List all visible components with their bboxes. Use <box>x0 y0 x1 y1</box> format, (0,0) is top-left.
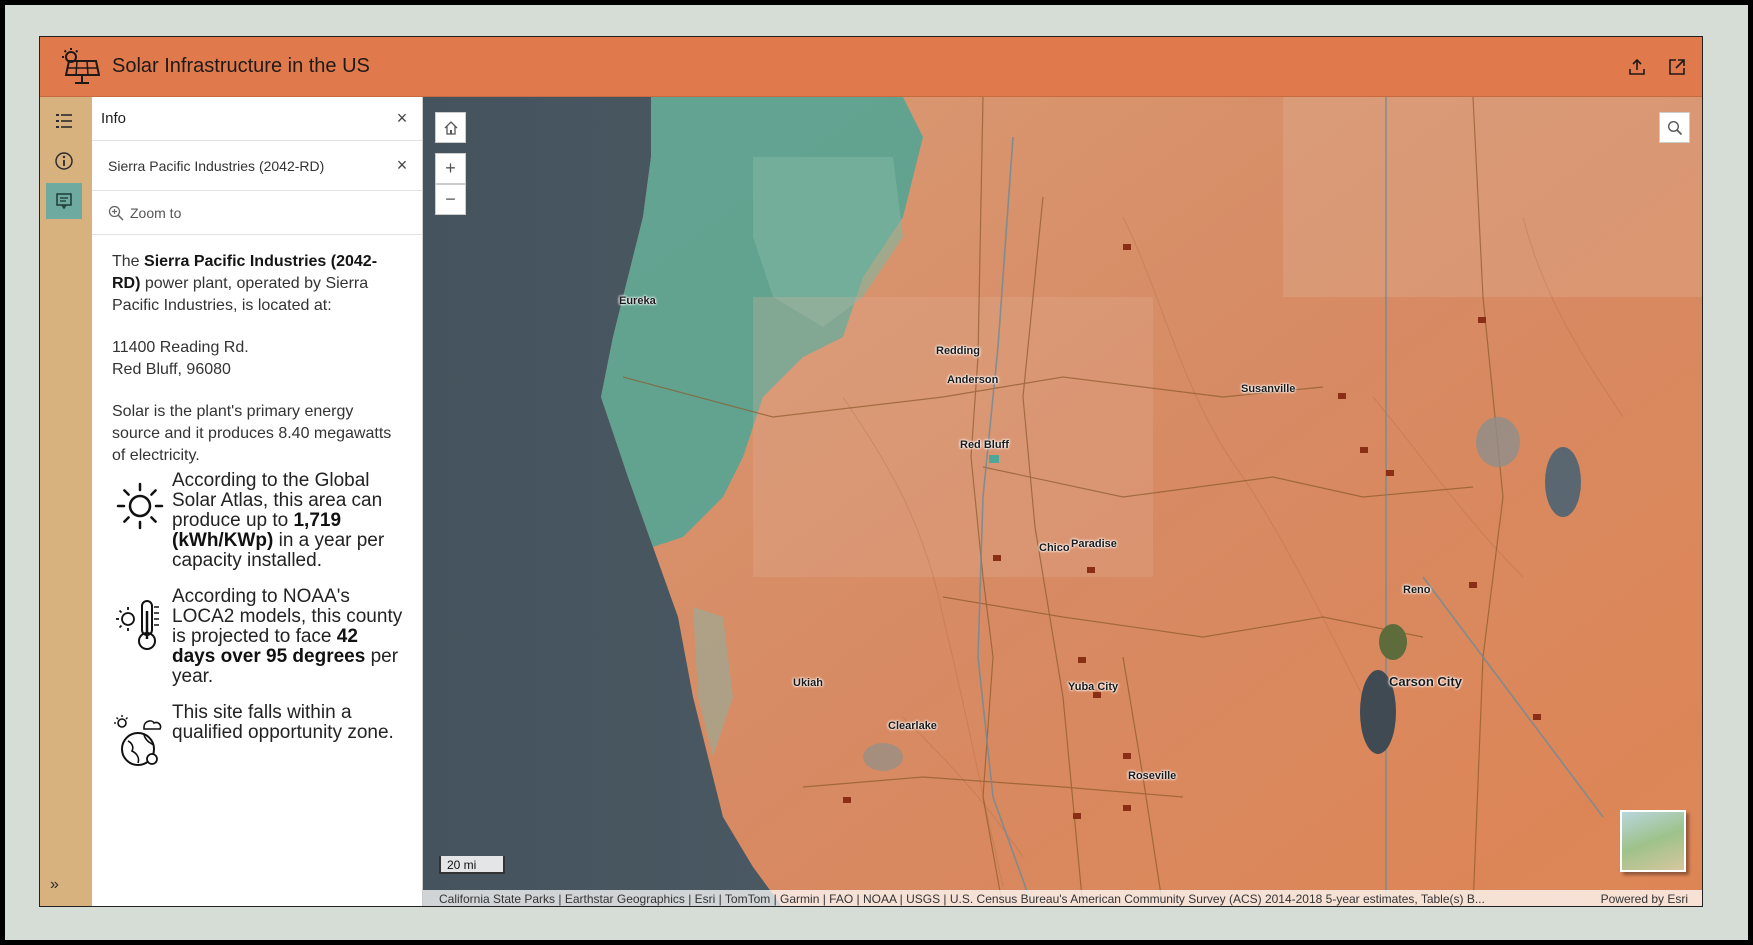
home-button[interactable] <box>435 112 466 143</box>
scale-bar: 20 mi <box>439 856 505 874</box>
search-icon <box>1667 120 1682 135</box>
zoom-in-magnifier-icon <box>108 205 124 221</box>
feature-header: Sierra Pacific Industries (2042-RD) × <box>92 141 422 191</box>
solar-prefix: According to the Global Solar Atlas, thi… <box>172 470 383 531</box>
map-attribution: California State Parks | Earthstar Geogr… <box>423 890 1702 906</box>
feature-content: The Sierra Pacific Industries (2042-RD) … <box>92 235 422 769</box>
address-line-1: 11400 Reading Rd. <box>112 339 249 356</box>
city-label: Red Bluff <box>960 439 1009 451</box>
energy-text: Solar is the plant's primary energy sour… <box>112 403 392 464</box>
solar-panel-logo-icon <box>56 43 104 91</box>
intro-prefix: The <box>112 253 145 270</box>
app-title: Solar Infrastructure in the US <box>112 55 370 77</box>
city-label: Anderson <box>947 374 999 386</box>
close-feature-button[interactable]: × <box>392 155 412 176</box>
popup-icon <box>56 193 72 210</box>
solar-potential-text: According to the Global Solar Atlas, thi… <box>172 471 404 571</box>
basemap-terrain <box>423 97 1702 906</box>
info-panel: Info × Sierra Pacific Industries (2042-R… <box>92 97 423 906</box>
city-label: Chico <box>1039 542 1070 554</box>
expand-rail-button[interactable]: » <box>50 876 59 894</box>
legend-button[interactable] <box>46 103 82 139</box>
legend-list-icon <box>56 114 72 128</box>
heat-days-text: According to NOAA's LOCA2 models, this c… <box>172 587 404 687</box>
search-button[interactable] <box>1659 112 1690 143</box>
zoom-to-button[interactable]: Zoom to <box>92 191 422 235</box>
zoom-to-label: Zoom to <box>130 204 182 221</box>
city-label: Clearlake <box>888 720 937 732</box>
city-label: Roseville <box>1128 770 1177 782</box>
info-icon <box>55 152 73 170</box>
city-label: Reno <box>1403 584 1431 596</box>
close-panel-button[interactable]: × <box>392 108 412 129</box>
city-label: Eureka <box>619 295 656 307</box>
city-label: Susanville <box>1241 383 1296 395</box>
attribution-text: California State Parks | Earthstar Geogr… <box>439 892 1485 906</box>
plant-intro: The Sierra Pacific Industries (2042-RD) … <box>112 251 404 317</box>
about-button[interactable] <box>46 143 82 179</box>
solar-potential-stat: According to the Global Solar Atlas, thi… <box>112 471 404 571</box>
launch-button[interactable] <box>1664 54 1690 80</box>
action-rail: » <box>40 97 92 906</box>
zoom-in-button[interactable]: + <box>435 153 466 184</box>
opportunity-zone-text: This site falls within a qualified oppor… <box>172 702 394 743</box>
popup-button[interactable] <box>46 183 82 219</box>
powered-by-esri-link[interactable]: Powered by Esri <box>1601 890 1688 906</box>
launch-icon <box>1669 58 1685 75</box>
sun-icon <box>112 481 168 531</box>
city-label: Paradise <box>1071 538 1117 550</box>
address-line-2: Red Bluff, 96080 <box>112 361 231 378</box>
info-panel-header: Info × <box>92 97 422 141</box>
map-view[interactable]: Eureka Redding Anderson Red Bluff Susanv… <box>423 97 1702 906</box>
share-button[interactable] <box>1624 54 1650 80</box>
feature-title: Sierra Pacific Industries (2042-RD) <box>108 157 325 174</box>
city-label: Yuba City <box>1068 681 1119 693</box>
heat-days-stat: According to NOAA's LOCA2 models, this c… <box>112 587 404 687</box>
overview-map-thumbnail[interactable] <box>1620 810 1686 872</box>
city-label: Redding <box>936 345 980 357</box>
city-label: Carson City <box>1389 674 1462 689</box>
app-header: Solar Infrastructure in the US <box>40 37 1702 97</box>
plant-address: 11400 Reading Rd. Red Bluff, 96080 <box>112 337 404 381</box>
city-label: Ukiah <box>793 677 823 689</box>
heat-prefix: According to NOAA's LOCA2 models, this c… <box>172 586 403 647</box>
thermometer-sun-icon <box>112 597 168 653</box>
intro-suffix: power plant, operated by Sierra Pacific … <box>112 275 369 314</box>
share-icon <box>1629 58 1645 75</box>
home-icon <box>444 120 457 135</box>
app-window: Solar Infrastructure in the US » Info × … <box>39 36 1703 907</box>
opportunity-zone-stat: This site falls within a qualified oppor… <box>112 703 404 769</box>
selected-plant-marker <box>989 455 999 463</box>
info-panel-title: Info <box>101 110 127 127</box>
zoom-out-button[interactable]: − <box>435 184 466 215</box>
globe-weather-icon <box>112 713 168 769</box>
